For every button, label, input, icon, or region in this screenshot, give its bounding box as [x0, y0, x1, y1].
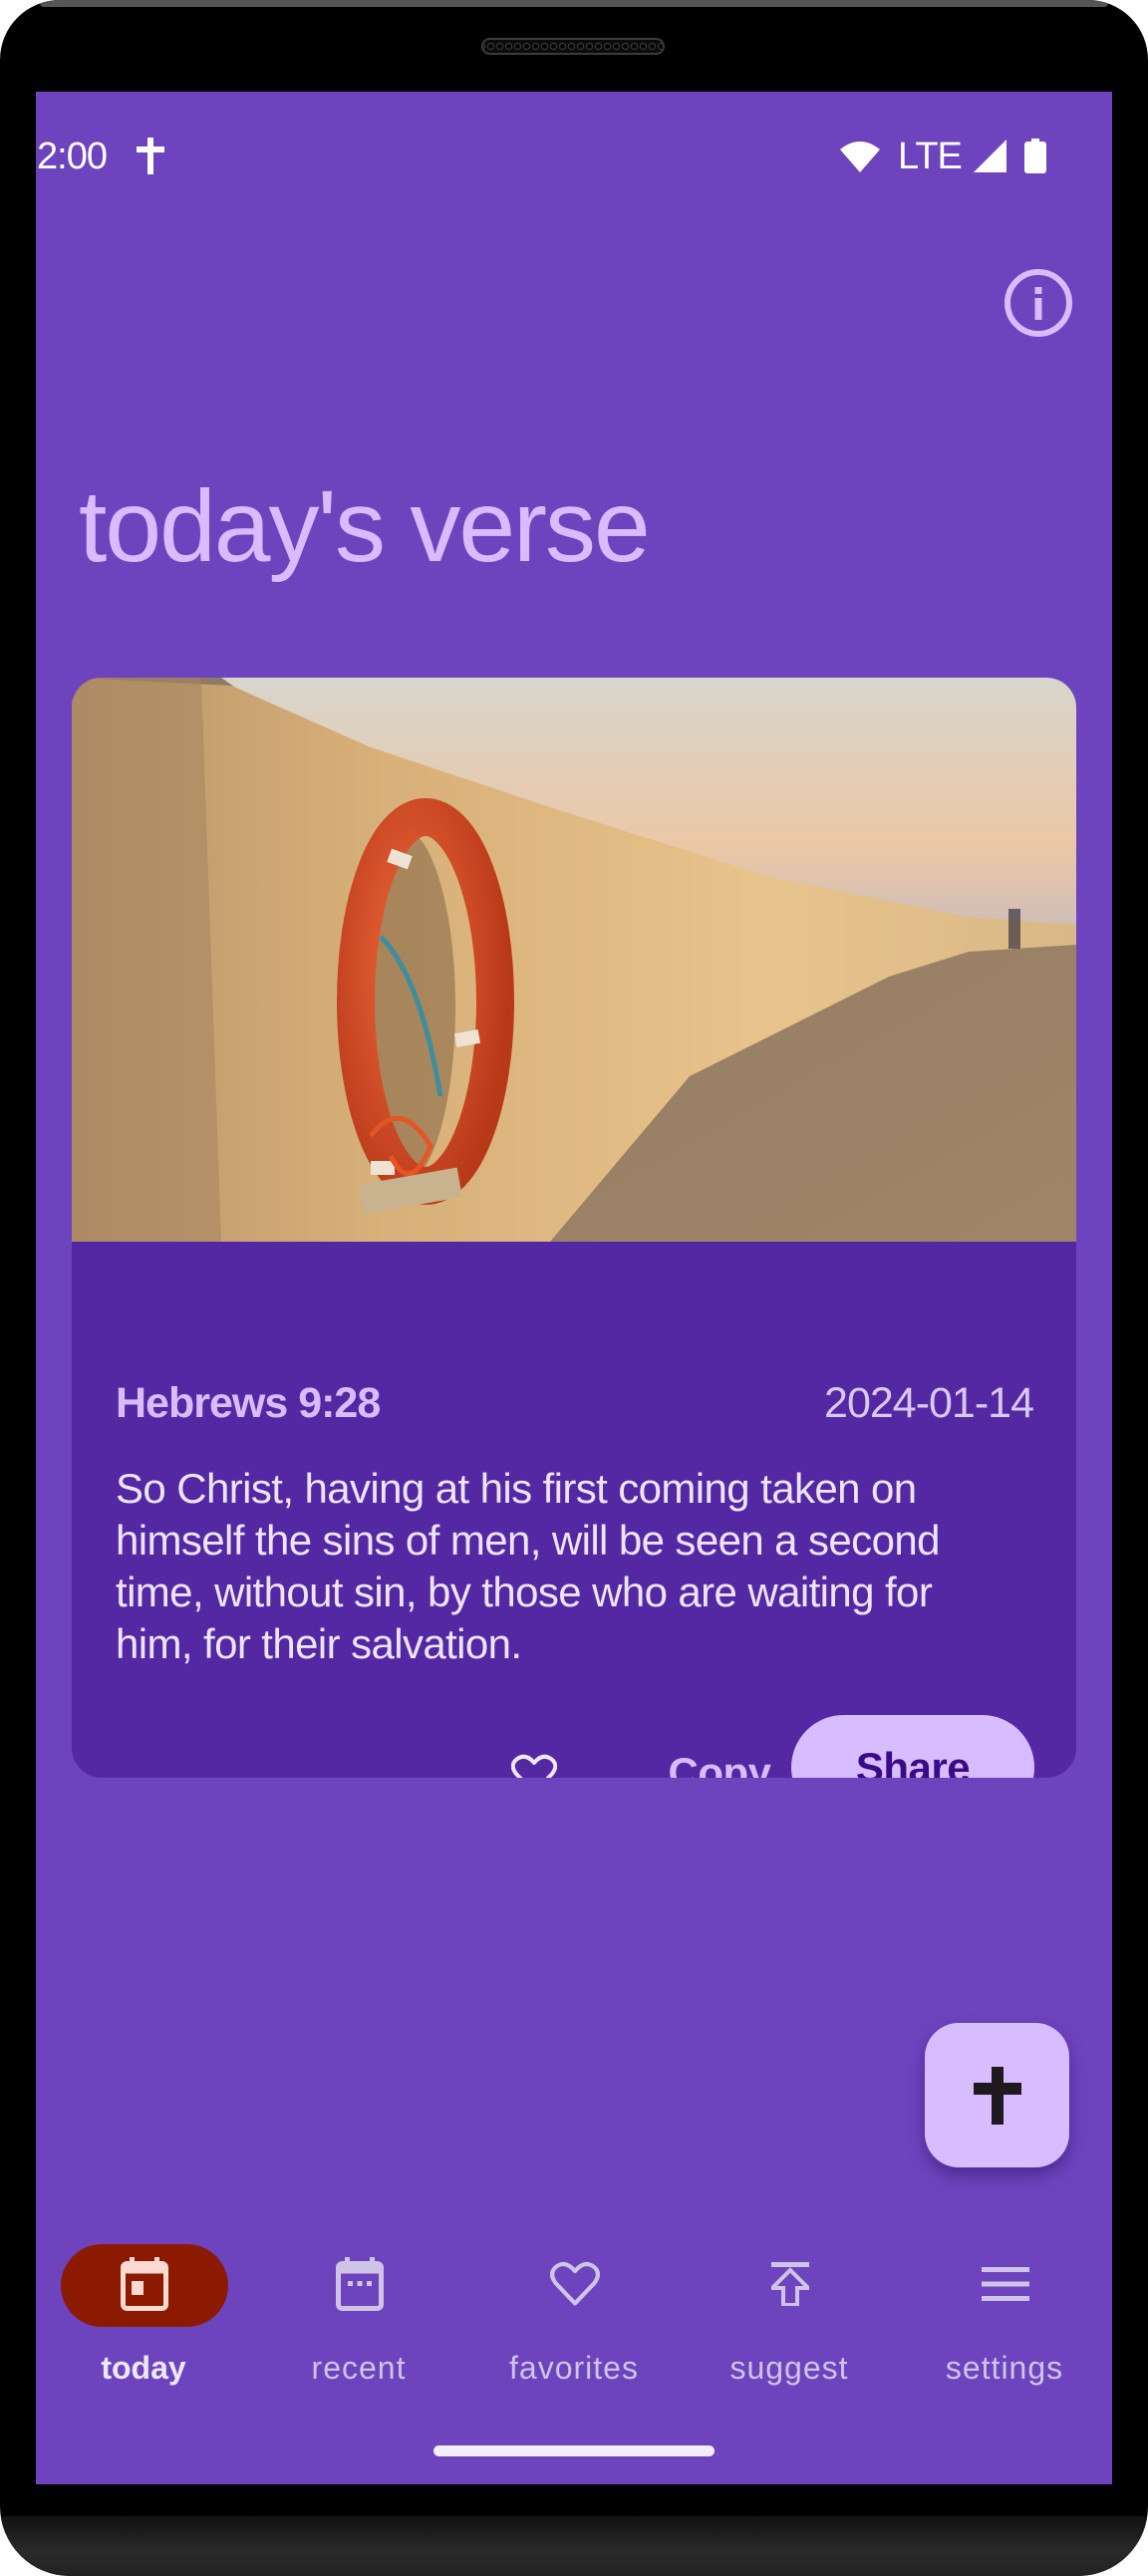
- nav-item-today[interactable]: today: [36, 2234, 251, 2404]
- nav-item-suggest[interactable]: suggest: [682, 2234, 897, 2404]
- nav-label: suggest: [729, 2350, 849, 2386]
- verse-date: 2024-01-14: [824, 1379, 1034, 1427]
- nav-label: settings: [945, 2350, 1064, 2386]
- nav-label: today: [101, 2350, 186, 2386]
- calendar-icon: [335, 2254, 385, 2314]
- heart-outline-icon: [550, 2254, 600, 2314]
- fab-button[interactable]: [925, 2023, 1069, 2167]
- verse-text-line: So Christ, having at his first coming ta…: [116, 1465, 917, 1512]
- page-title: today's verse: [79, 469, 651, 583]
- cross-icon: [137, 138, 164, 174]
- nav-label: favorites: [509, 2350, 639, 2386]
- favorite-button[interactable]: [506, 1747, 562, 1778]
- network-type-label: LTE: [898, 135, 963, 177]
- device-frame: 2:00 LTE today's verse Hebrews 9:28 2024…: [0, 0, 1148, 2576]
- nav-item-recent[interactable]: recent: [251, 2234, 466, 2404]
- device-bottom-bezel: [0, 2516, 1148, 2576]
- status-time: 2:00: [37, 136, 108, 177]
- bottom-navigation: today recent favorites suggest settings: [36, 2234, 1112, 2404]
- verse-image: [72, 678, 1076, 1242]
- device-top-edge: [40, 0, 1108, 7]
- app-screen: 2:00 LTE today's verse Hebrews 9:28 2024…: [36, 92, 1112, 2484]
- battery-icon: [1023, 139, 1046, 173]
- nav-label: recent: [311, 2350, 407, 2386]
- verse-text-line: himself the sins of men, will be seen a …: [116, 1517, 940, 1564]
- verse-reference: Hebrews 9:28: [116, 1379, 381, 1427]
- nav-item-settings[interactable]: settings: [897, 2234, 1112, 2404]
- verse-text: So Christ, having at his first coming ta…: [116, 1463, 1052, 1670]
- nav-item-favorites[interactable]: favorites: [466, 2234, 682, 2404]
- home-indicator[interactable]: [433, 2445, 715, 2456]
- copy-button[interactable]: Copy: [650, 1720, 789, 1779]
- wifi-icon: [840, 142, 880, 172]
- verse-card: Hebrews 9:28 2024-01-14 So Christ, havin…: [72, 678, 1076, 1778]
- cross-icon: [973, 2066, 1021, 2125]
- verse-text-line: time, without sin, by those who are wait…: [116, 1569, 933, 1615]
- calendar-today-icon: [120, 2254, 169, 2314]
- earpiece-speaker: [481, 38, 665, 55]
- info-icon[interactable]: [1004, 268, 1073, 338]
- share-button[interactable]: Share: [791, 1715, 1034, 1778]
- heart-outline-icon: [511, 1754, 557, 1778]
- status-icons: LTE: [840, 135, 1046, 177]
- signal-icon: [973, 140, 1006, 172]
- upload-icon: [765, 2254, 815, 2314]
- verse-text-line: him, for their salvation.: [116, 1620, 522, 1667]
- menu-icon: [981, 2254, 1030, 2314]
